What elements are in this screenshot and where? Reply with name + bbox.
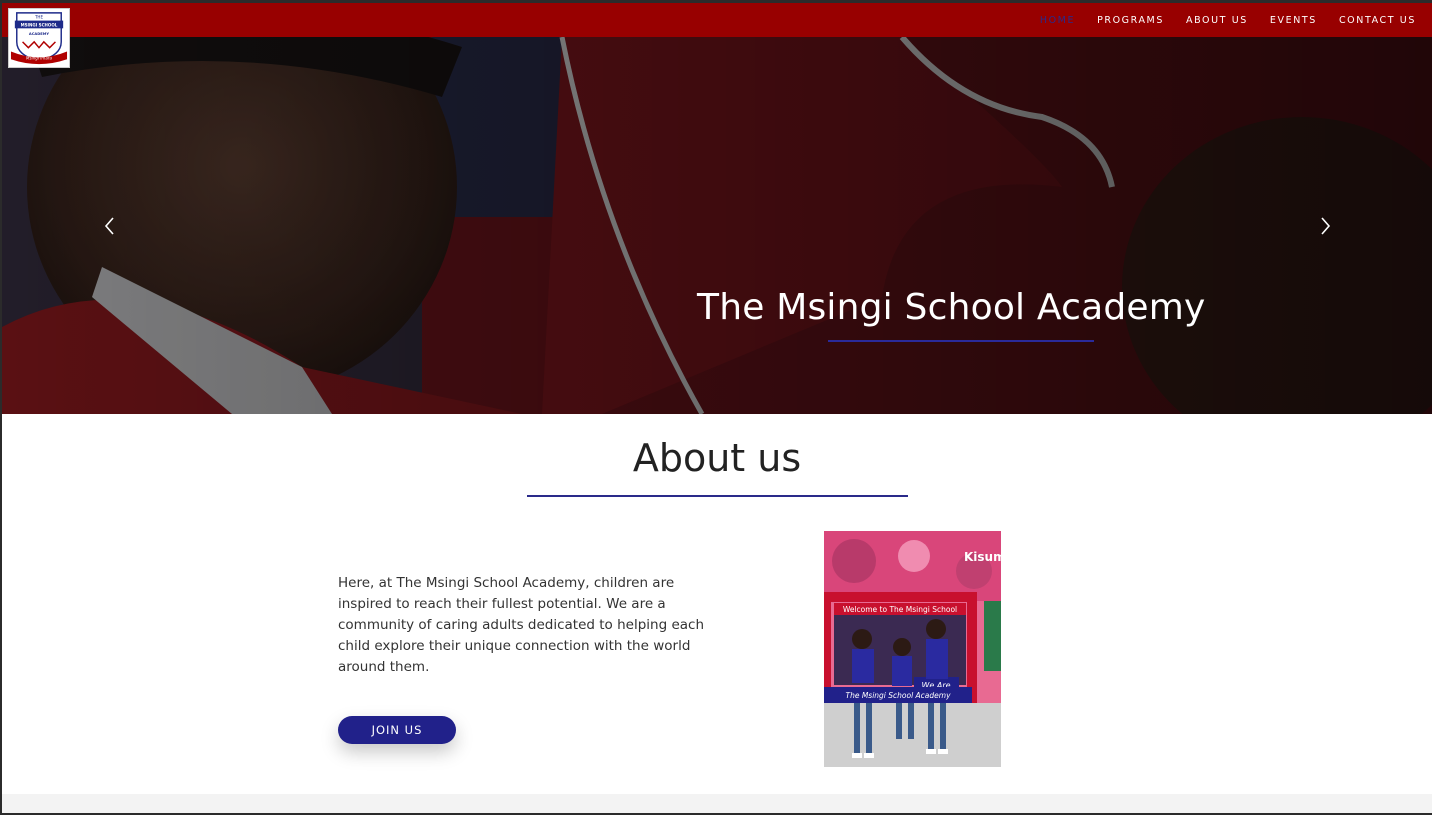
students-photo-image: Kisum Welcome to The Msingi School We Ar… xyxy=(824,531,1001,767)
about-photo: Kisum Welcome to The Msingi School We Ar… xyxy=(824,531,1001,767)
carousel-next-button[interactable] xyxy=(1315,213,1335,239)
svg-text:Kisum: Kisum xyxy=(964,550,1001,564)
svg-text:THE: THE xyxy=(34,15,44,20)
school-logo[interactable]: THE MSINGI SCHOOL ACADEMY Msingi imara xyxy=(8,8,70,68)
svg-text:ACADEMY: ACADEMY xyxy=(29,32,50,36)
about-heading-underline xyxy=(527,495,908,497)
chevron-right-icon xyxy=(1321,217,1331,235)
nav-home[interactable]: HOME xyxy=(1040,15,1075,26)
join-us-button[interactable]: JOIN US xyxy=(338,716,456,744)
chevron-left-icon xyxy=(104,217,114,235)
about-description: Here, at The Msingi School Academy, chil… xyxy=(338,575,705,675)
nav-about-us[interactable]: ABOUT US xyxy=(1186,15,1248,26)
hero-title-underline xyxy=(828,340,1094,342)
hero-carousel: The Msingi School Academy xyxy=(2,37,1432,414)
nav-programs[interactable]: PROGRAMS xyxy=(1097,15,1164,26)
top-navbar: HOME PROGRAMS ABOUT US EVENTS CONTACT US xyxy=(2,3,1432,37)
svg-text:MSINGI SCHOOL: MSINGI SCHOOL xyxy=(21,22,58,27)
school-crest-icon: THE MSINGI SCHOOL ACADEMY Msingi imara xyxy=(9,9,69,67)
nav-contact-us[interactable]: CONTACT US xyxy=(1339,15,1416,26)
nav-links: HOME PROGRAMS ABOUT US EVENTS CONTACT US xyxy=(1018,3,1416,37)
hero-title: The Msingi School Academy xyxy=(697,287,1206,328)
svg-text:The Msingi School Academy: The Msingi School Academy xyxy=(845,691,951,700)
page: HOME PROGRAMS ABOUT US EVENTS CONTACT US… xyxy=(2,3,1432,813)
svg-text:Msingi imara: Msingi imara xyxy=(26,55,52,60)
nav-events[interactable]: EVENTS xyxy=(1270,15,1317,26)
about-heading: About us xyxy=(632,436,802,480)
footer-strip xyxy=(2,794,1432,813)
svg-text:Welcome to The Msingi School: Welcome to The Msingi School xyxy=(843,605,957,614)
hero-background-image xyxy=(2,37,1432,414)
carousel-prev-button[interactable] xyxy=(100,213,120,239)
